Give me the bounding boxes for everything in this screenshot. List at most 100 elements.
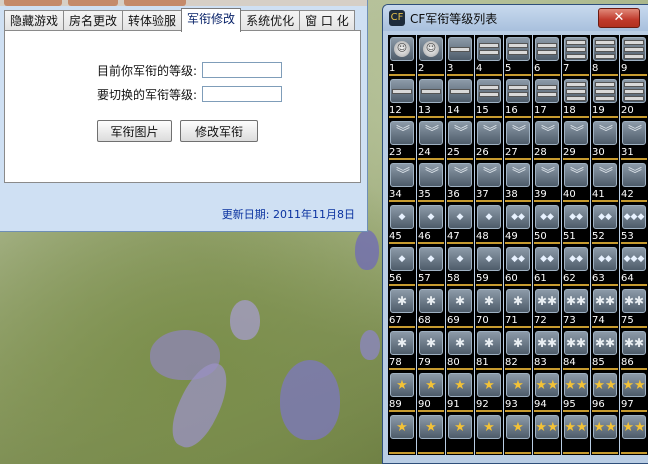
rank-cell[interactable]: ◆◆◆ 53: [620, 203, 648, 245]
tab-room-rename[interactable]: 房名更改: [63, 10, 124, 31]
rank-cell[interactable]: 6: [533, 35, 561, 77]
rank-cell[interactable]: ︾ 23: [388, 119, 416, 161]
rank-cell[interactable]: ★★: [591, 413, 619, 455]
rank-cell[interactable]: ︾ 27: [504, 119, 532, 161]
rank-cell[interactable]: 14: [446, 77, 474, 119]
rank-cell[interactable]: ★: [417, 413, 445, 455]
rank-cell[interactable]: ✱ 70: [475, 287, 503, 329]
rank-cell[interactable]: ✱✱ 72: [533, 287, 561, 329]
rank-cell[interactable]: ✱ 78: [388, 329, 416, 371]
rank-cell[interactable]: ★ 89: [388, 371, 416, 413]
rank-cell[interactable]: ◆ 48: [475, 203, 503, 245]
rank-cell[interactable]: ◆ 57: [417, 245, 445, 287]
rank-cell[interactable]: ★★: [562, 413, 590, 455]
rank-cell[interactable]: ✱ 67: [388, 287, 416, 329]
rank-cell[interactable]: ◆ 46: [417, 203, 445, 245]
rank-cell[interactable]: 13: [417, 77, 445, 119]
rank-cell[interactable]: ★★ 94: [533, 371, 561, 413]
current-rank-input[interactable]: [202, 62, 282, 78]
rank-cell[interactable]: ◆ 47: [446, 203, 474, 245]
rank-cell[interactable]: 12: [388, 77, 416, 119]
rank-cell[interactable]: ︾ 40: [562, 161, 590, 203]
rank-cell[interactable]: 9: [620, 35, 648, 77]
rank-cell[interactable]: 20: [620, 77, 648, 119]
rank-cell[interactable]: ✱✱ 73: [562, 287, 590, 329]
rank-cell[interactable]: 17: [533, 77, 561, 119]
rank-cell[interactable]: ★: [446, 413, 474, 455]
rank-cell[interactable]: 16: [504, 77, 532, 119]
rank-cell[interactable]: ✱✱ 86: [620, 329, 648, 371]
rank-cell[interactable]: ◆◆ 62: [562, 245, 590, 287]
rank-image-button[interactable]: 军衔图片: [97, 120, 172, 142]
rank-cell[interactable]: ︾ 25: [446, 119, 474, 161]
rank-cell[interactable]: ★ 91: [446, 371, 474, 413]
rank-cell[interactable]: 15: [475, 77, 503, 119]
rank-cell[interactable]: ★ 93: [504, 371, 532, 413]
rank-cell[interactable]: ★★: [620, 413, 648, 455]
rank-cell[interactable]: ◆◆◆ 64: [620, 245, 648, 287]
rank-cell[interactable]: ◆ 45: [388, 203, 416, 245]
rank-cell[interactable]: ★: [475, 413, 503, 455]
rank-cell[interactable]: ✱ 68: [417, 287, 445, 329]
rank-cell[interactable]: ◆◆ 63: [591, 245, 619, 287]
rank-cell[interactable]: ✱✱ 74: [591, 287, 619, 329]
rank-cell[interactable]: ︾ 24: [417, 119, 445, 161]
rank-cell[interactable]: ✱ 71: [504, 287, 532, 329]
rank-cell[interactable]: ★★ 96: [591, 371, 619, 413]
rank-cell[interactable]: 8: [591, 35, 619, 77]
rank-cell[interactable]: ★★ 97: [620, 371, 648, 413]
rank-cell[interactable]: ︾ 29: [562, 119, 590, 161]
rank-cell[interactable]: ✱✱ 75: [620, 287, 648, 329]
rank-cell[interactable]: 19: [591, 77, 619, 119]
rank-cell[interactable]: ︾ 35: [417, 161, 445, 203]
rank-cell[interactable]: ◆ 59: [475, 245, 503, 287]
rank-cell[interactable]: ︾ 38: [504, 161, 532, 203]
rank-cell[interactable]: ★: [388, 413, 416, 455]
rank-cell[interactable]: ☺ 1: [388, 35, 416, 77]
target-rank-input[interactable]: [202, 86, 282, 102]
rank-cell[interactable]: ◆◆ 51: [562, 203, 590, 245]
rank-cell[interactable]: 3: [446, 35, 474, 77]
rank-cell[interactable]: ✱ 69: [446, 287, 474, 329]
rank-cell[interactable]: ◆◆ 61: [533, 245, 561, 287]
rank-cell[interactable]: ✱✱ 83: [533, 329, 561, 371]
rank-cell[interactable]: 5: [504, 35, 532, 77]
rank-cell[interactable]: ︾ 28: [533, 119, 561, 161]
rank-cell[interactable]: ★ 90: [417, 371, 445, 413]
rank-cell[interactable]: ✱ 81: [475, 329, 503, 371]
rank-cell[interactable]: ★: [504, 413, 532, 455]
rank-cell[interactable]: ︾ 30: [591, 119, 619, 161]
rank-cell[interactable]: 7: [562, 35, 590, 77]
rank-cell[interactable]: ︾ 39: [533, 161, 561, 203]
tab-system-optimize[interactable]: 系统优化: [240, 10, 301, 31]
tab-windowed[interactable]: 窗 口 化: [299, 10, 355, 31]
rank-window-titlebar[interactable]: CF CF军衔等级列表 ✕: [383, 5, 648, 31]
rank-cell[interactable]: ✱ 80: [446, 329, 474, 371]
rank-cell[interactable]: ︾ 42: [620, 161, 648, 203]
rank-cell[interactable]: ︾ 26: [475, 119, 503, 161]
rank-cell[interactable]: ︾ 37: [475, 161, 503, 203]
rank-cell[interactable]: ︾ 31: [620, 119, 648, 161]
tab-switch-server[interactable]: 转体验服: [122, 10, 183, 31]
rank-cell[interactable]: ★ 92: [475, 371, 503, 413]
rank-cell[interactable]: ︾ 36: [446, 161, 474, 203]
rank-cell[interactable]: ✱ 79: [417, 329, 445, 371]
rank-cell[interactable]: ◆◆ 50: [533, 203, 561, 245]
rank-cell[interactable]: ✱ 82: [504, 329, 532, 371]
tab-hide-game[interactable]: 隐藏游戏: [4, 10, 65, 31]
close-button[interactable]: ✕: [598, 8, 640, 28]
rank-cell[interactable]: ◆◆ 60: [504, 245, 532, 287]
rank-cell[interactable]: ◆◆ 49: [504, 203, 532, 245]
rank-cell[interactable]: 4: [475, 35, 503, 77]
rank-cell[interactable]: ✱✱ 84: [562, 329, 590, 371]
rank-cell[interactable]: ◆ 58: [446, 245, 474, 287]
rank-cell[interactable]: ★★: [533, 413, 561, 455]
rank-cell[interactable]: ☺ 2: [417, 35, 445, 77]
rank-cell[interactable]: ✱✱ 85: [591, 329, 619, 371]
rank-cell[interactable]: 18: [562, 77, 590, 119]
rank-cell[interactable]: ★★ 95: [562, 371, 590, 413]
rank-cell[interactable]: ◆ 56: [388, 245, 416, 287]
rank-cell[interactable]: ◆◆ 52: [591, 203, 619, 245]
rank-cell[interactable]: ︾ 34: [388, 161, 416, 203]
tab-rank-modify[interactable]: 军衔修改: [181, 8, 242, 32]
